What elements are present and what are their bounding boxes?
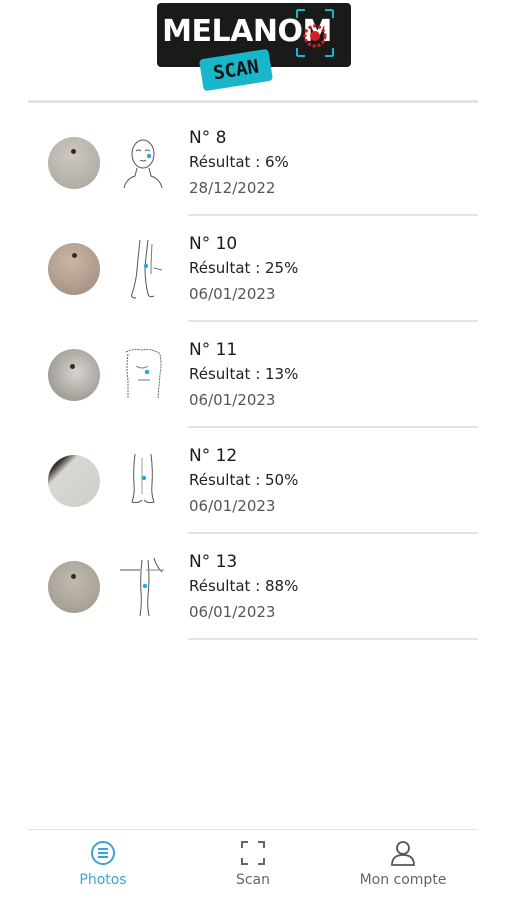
scan-item[interactable]: N° 13 Résultat : 88% 06/01/2023 (0, 534, 506, 640)
scan-date: 06/01/2023 (189, 285, 276, 303)
header: MELANOM SCAN (0, 0, 506, 103)
scan-number: N° 8 (189, 128, 227, 148)
logo-target-icon (296, 9, 334, 57)
scan-number: N° 12 (189, 446, 238, 466)
scan-thumbnail (48, 455, 100, 507)
legs-icon (131, 239, 163, 299)
scan-thumbnail (48, 561, 100, 613)
scan-result: Résultat : 25% (189, 259, 299, 277)
scan-thumbnail (48, 349, 100, 401)
arm-side-icon (120, 557, 164, 617)
scan-result: Résultat : 6% (189, 153, 289, 171)
bottom-nav: Photos Scan Mon compte (0, 832, 506, 900)
scan-item[interactable]: N° 11 Résultat : 13% 06/01/2023 (0, 322, 506, 428)
app-screen: MELANOM SCAN N° 8 Résultat : 6% 28/12/20… (0, 0, 506, 900)
lower-legs-icon (131, 453, 155, 504)
nav-photos[interactable]: Photos (33, 840, 173, 888)
nav-scan-label: Scan (235, 872, 271, 888)
scan-number: N° 11 (189, 340, 238, 360)
scan-item[interactable]: N° 10 Résultat : 25% 06/01/2023 (0, 216, 506, 322)
torso-back-icon (125, 348, 162, 399)
row-divider (188, 638, 478, 640)
user-icon (391, 841, 415, 866)
scan-result: Résultat : 88% (189, 577, 299, 595)
scan-item[interactable]: N° 8 Résultat : 6% 28/12/2022 (0, 110, 506, 216)
scan-date: 28/12/2022 (189, 179, 276, 197)
scan-frame-icon (241, 841, 265, 865)
scan-info: N° 13 Résultat : 88% 06/01/2023 (189, 550, 298, 625)
scan-info: N° 12 Résultat : 50% 06/01/2023 (189, 444, 298, 519)
scan-list: N° 8 Résultat : 6% 28/12/2022 N° 10 Résu… (0, 110, 506, 640)
scan-info: N° 10 Résultat : 25% 06/01/2023 (189, 232, 298, 307)
nav-account-label: Mon compte (359, 872, 447, 888)
scan-info: N° 8 Résultat : 6% 28/12/2022 (189, 126, 289, 201)
nav-photos-label: Photos (79, 872, 127, 888)
photo-list-icon (91, 841, 115, 865)
scan-date: 06/01/2023 (189, 603, 276, 621)
scan-number: N° 13 (189, 552, 238, 572)
head-face-icon (123, 139, 163, 189)
header-divider (28, 100, 478, 103)
scan-date: 06/01/2023 (189, 497, 276, 515)
scan-result: Résultat : 50% (189, 471, 299, 489)
scan-date: 06/01/2023 (189, 391, 276, 409)
scan-info: N° 11 Résultat : 13% 06/01/2023 (189, 338, 298, 413)
scan-thumbnail (48, 243, 100, 295)
nav-divider (28, 829, 478, 830)
nav-scan[interactable]: Scan (183, 840, 323, 888)
nav-account[interactable]: Mon compte (333, 840, 473, 888)
scan-item[interactable]: N° 12 Résultat : 50% 06/01/2023 (0, 428, 506, 534)
scan-thumbnail (48, 137, 100, 189)
scan-result: Résultat : 13% (189, 365, 299, 383)
scan-number: N° 10 (189, 234, 238, 254)
